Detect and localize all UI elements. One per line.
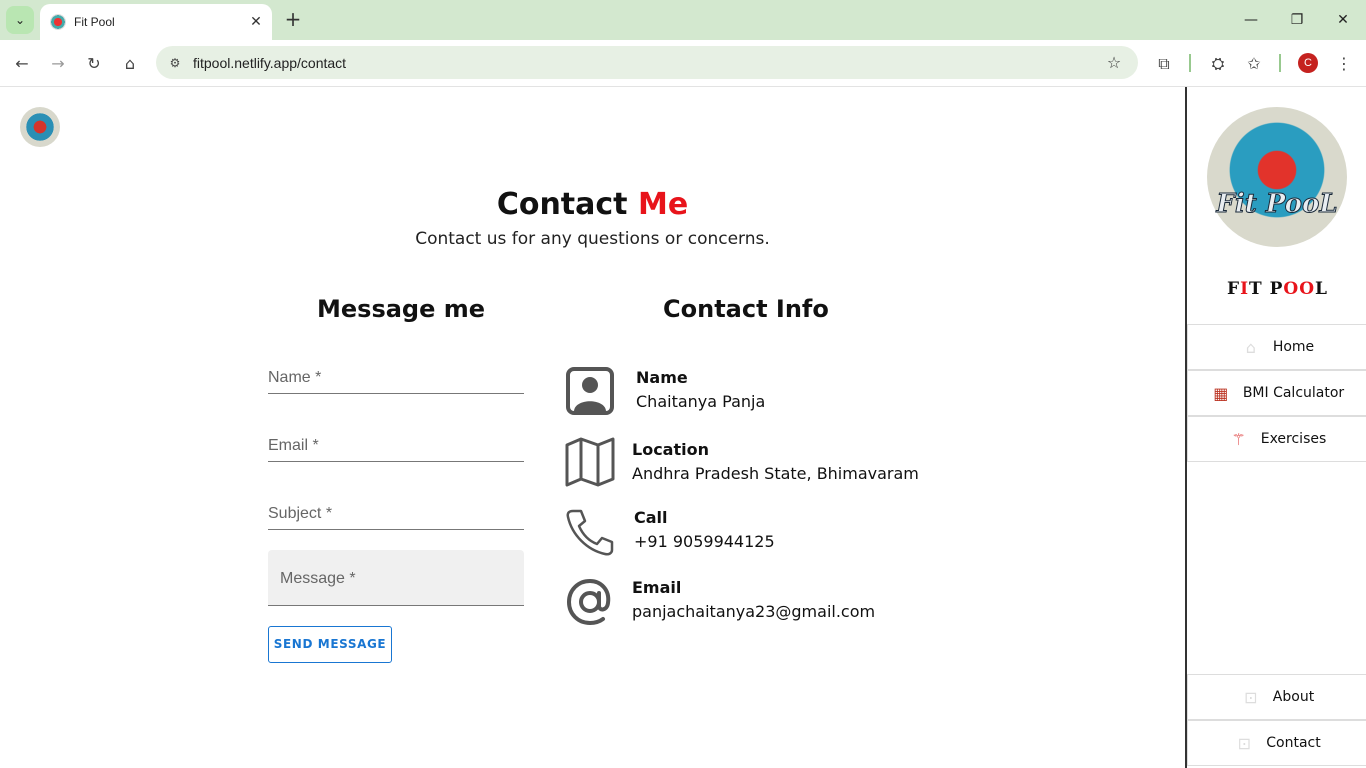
menu-icon[interactable]: ⋮ xyxy=(1332,52,1356,76)
brand-letter: P xyxy=(1269,279,1284,299)
nav-contact[interactable]: ⊡ Contact xyxy=(1187,720,1366,766)
name-field[interactable]: Name * xyxy=(268,367,524,394)
contact-email-label: Email xyxy=(632,578,682,597)
message-field[interactable]: Message * xyxy=(268,550,524,606)
tab-search-button[interactable]: ⌄ xyxy=(6,6,34,34)
favorites-icon[interactable]: ✩ xyxy=(1242,52,1266,76)
tab-title: Fit Pool xyxy=(74,15,115,29)
name-placeholder: Name * xyxy=(268,369,322,386)
toolbar-separator xyxy=(1189,54,1191,72)
home-button-icon[interactable]: ⌂ xyxy=(118,52,142,76)
sidebar: Fit PooL FIT POOL ⌂ Home ▦ BMI Calculato… xyxy=(1185,87,1366,768)
back-icon[interactable]: ← xyxy=(10,52,34,76)
contact-location-value: Andhra Pradesh State, Bhimavaram xyxy=(632,464,919,483)
brand-letter: F xyxy=(1227,279,1241,299)
person-icon xyxy=(566,367,614,415)
nav-about[interactable]: ⊡ About xyxy=(1187,674,1366,720)
dumbbell-icon: ⚚ xyxy=(1231,429,1246,449)
calculator-icon: ▦ xyxy=(1213,383,1229,403)
performance-icon[interactable]: ⛭ xyxy=(1206,52,1230,76)
contact-location-label: Location xyxy=(632,440,709,459)
page-title: Contact Me xyxy=(0,187,1185,222)
page-subtitle: Contact us for any questions or concerns… xyxy=(415,229,770,249)
restore-button[interactable]: ❐ xyxy=(1285,8,1309,32)
brand-letter: O xyxy=(1299,279,1316,299)
page-title-accent: Me xyxy=(637,187,689,222)
new-tab-button[interactable]: + xyxy=(282,8,304,30)
toolbar-separator xyxy=(1279,54,1281,72)
email-placeholder: Email * xyxy=(268,437,319,454)
forward-icon[interactable]: → xyxy=(46,52,70,76)
nav-about-label: About xyxy=(1272,689,1315,705)
close-tab-icon[interactable]: ✕ xyxy=(246,14,266,30)
bookmark-star-icon[interactable]: ☆ xyxy=(1102,53,1126,72)
minimize-button[interactable]: — xyxy=(1239,8,1263,32)
message-placeholder: Message * xyxy=(280,570,356,587)
brand-letter xyxy=(1263,279,1270,299)
nav-exercises-label: Exercises xyxy=(1260,431,1327,447)
contact-info-title: Contact Info xyxy=(663,295,829,323)
nav-contact-label: Contact xyxy=(1266,735,1321,751)
site-info-icon[interactable]: ⚙ xyxy=(164,56,186,70)
favicon-icon xyxy=(50,14,66,30)
send-message-button[interactable]: SEND MESSAGE xyxy=(268,626,392,663)
address-bar[interactable]: ⚙ fitpool.netlify.app/contact ☆ xyxy=(156,46,1138,79)
brand-letter: I xyxy=(1240,279,1250,299)
brand-letter: T xyxy=(1249,279,1263,299)
logo-text: Fit PooL xyxy=(1216,189,1338,220)
profile-avatar[interactable]: C xyxy=(1298,53,1318,73)
contact-call-label: Call xyxy=(634,508,668,527)
contact-call-value: +91 9059944125 xyxy=(634,532,775,551)
nav-bmi-calculator[interactable]: ▦ BMI Calculator xyxy=(1187,370,1366,416)
close-window-button[interactable]: ✕ xyxy=(1331,8,1355,32)
lock-icon: ⊡ xyxy=(1237,733,1251,753)
map-icon xyxy=(565,437,615,487)
contact-name-label: Name xyxy=(636,368,688,387)
contact-email-value: panjachaitanya23@gmail.com xyxy=(632,602,876,621)
form-title: Message me xyxy=(317,295,486,323)
extensions-icon[interactable]: ⧉ xyxy=(1152,52,1176,76)
subject-placeholder: Subject * xyxy=(268,505,333,522)
email-field[interactable]: Email * xyxy=(268,435,524,462)
at-icon xyxy=(566,578,611,626)
nav-home-label: Home xyxy=(1272,339,1315,355)
url-text[interactable]: fitpool.netlify.app/contact xyxy=(193,55,1102,71)
browser-tab-strip: ⌄ Fit Pool ✕ + — ❐ ✕ xyxy=(0,0,1366,40)
nav-home[interactable]: ⌂ Home xyxy=(1187,324,1366,370)
brand-name: FIT POOL xyxy=(1187,279,1366,299)
subject-field[interactable]: Subject * xyxy=(268,503,524,530)
home-icon: ⌂ xyxy=(1245,337,1256,357)
nav-exercises[interactable]: ⚚ Exercises xyxy=(1187,416,1366,462)
page-viewport: Contact Me Contact us for any questions … xyxy=(0,87,1366,768)
browser-toolbar: ← → ↻ ⌂ ⚙ fitpool.netlify.app/contact ☆ … xyxy=(0,40,1366,87)
page-title-main: Contact xyxy=(496,187,628,222)
nav-bmi-label: BMI Calculator xyxy=(1242,385,1345,401)
brand-letter: L xyxy=(1315,279,1328,299)
brand-letter: O xyxy=(1283,279,1300,299)
reload-icon[interactable]: ↻ xyxy=(82,52,106,76)
phone-icon xyxy=(566,509,614,556)
lock-icon: ⊡ xyxy=(1244,687,1258,707)
browser-tab[interactable]: Fit Pool ✕ xyxy=(40,4,272,40)
fitpool-logo: Fit PooL xyxy=(1207,107,1347,247)
site-logo-small[interactable] xyxy=(20,107,60,147)
contact-name-value: Chaitanya Panja xyxy=(636,392,766,411)
